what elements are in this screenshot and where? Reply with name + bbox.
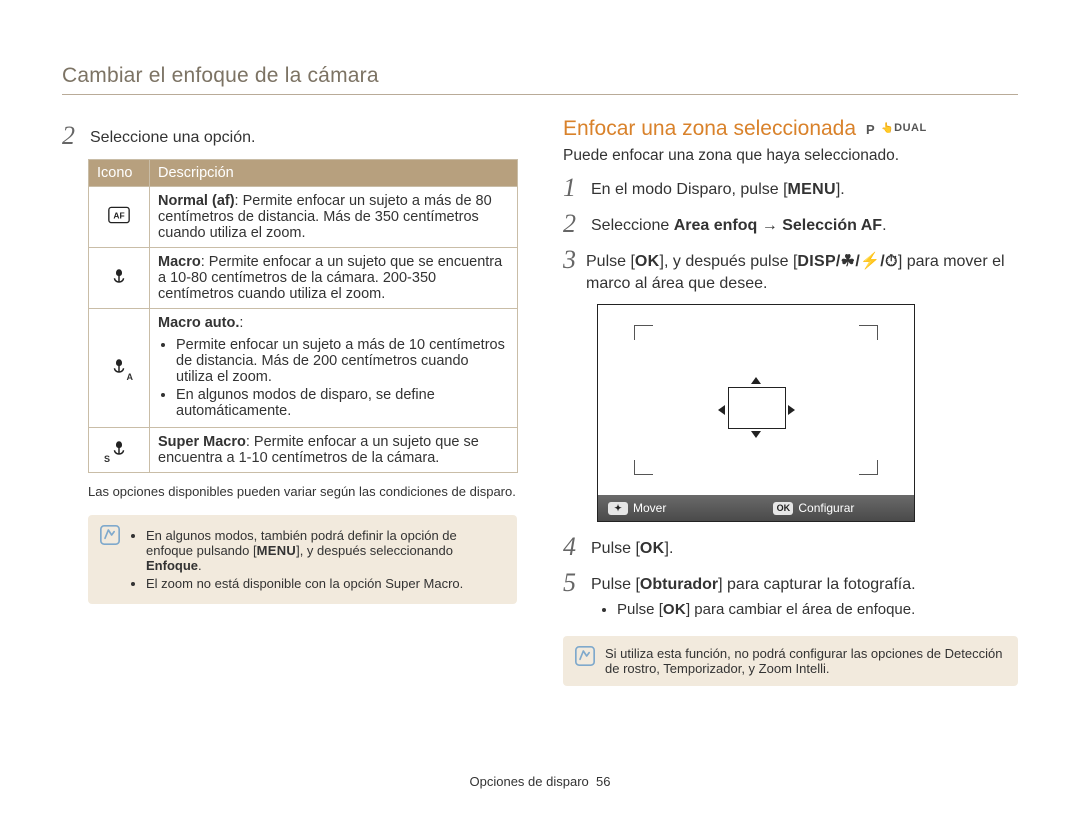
step-5: 5 Pulse [Obturador] para capturar la fot…	[563, 570, 1018, 622]
note-box-left: En algunos modos, también podrá definir …	[88, 515, 517, 604]
desc-cell: Super Macro: Permite enfocar a un sujeto…	[150, 428, 518, 473]
option-text: : Permite enfocar a un sujeto que se enc…	[158, 254, 502, 302]
ok-key-icon: OK	[773, 502, 793, 515]
note-text: Si utiliza esta función, no podrá config…	[605, 646, 1006, 676]
arrow-left-icon	[718, 405, 725, 415]
lcd-preview: ✦ Mover OK Configurar	[597, 304, 915, 522]
section-intro: Puede enfocar una zona que haya seleccio…	[563, 147, 1018, 165]
footer-section: Opciones de disparo	[470, 774, 589, 789]
menu-path-item: Area enfoq	[674, 217, 758, 234]
desc-cell: Normal (af): Permite enfocar un sujeto a…	[150, 187, 518, 248]
mode-badge-dual: 👆DUAL	[881, 122, 927, 137]
focus-box	[728, 387, 786, 429]
step-2: 2 Seleccione Area enfoq → Selección AF.	[563, 211, 1018, 237]
focus-options-table: Icono Descripción Normal (af): Permite e…	[88, 159, 518, 473]
arrow-right-icon	[788, 405, 795, 415]
step-number: 2	[62, 123, 80, 149]
table-row: Normal (af): Permite enfocar un sujeto a…	[89, 187, 518, 248]
option-suffix: :	[239, 315, 243, 331]
focus-bracket-corner	[634, 325, 653, 340]
lcd-move-label: Mover	[633, 501, 666, 515]
step-2-left: 2 Seleccione una opción.	[62, 123, 517, 149]
note-icon	[100, 525, 120, 545]
note-item: En algunos modos, también podrá definir …	[146, 528, 505, 573]
table-row: Macro: Permite enfocar a un sujeto que s…	[89, 248, 518, 309]
left-column: 2 Seleccione una opción. Icono Descripci…	[62, 117, 517, 686]
lcd-set-label: Configurar	[798, 501, 854, 515]
desc-cell: Macro auto.: Permite enfocar un sujeto a…	[150, 309, 518, 428]
section-heading: Enfocar una zona seleccionada	[563, 117, 856, 141]
note-icon	[575, 646, 595, 666]
menu-button-label: MENU	[257, 543, 296, 558]
option-bullet: En algunos modos de disparo, se define a…	[176, 387, 509, 419]
option-title: Normal (af)	[158, 193, 235, 209]
af-normal-icon	[108, 212, 130, 228]
super-macro-icon: S	[108, 439, 130, 461]
options-footnote: Las opciones disponibles pueden variar s…	[88, 483, 517, 501]
step-bullet: Pulse [OK] para cambiar el área de enfoq…	[617, 600, 916, 620]
page-title: Cambiar el enfoque de la cámara	[62, 64, 1018, 95]
step-4: 4 Pulse [OK].	[563, 534, 1018, 560]
mode-badges: P 👆DUAL	[866, 122, 927, 137]
macro-icon	[108, 273, 130, 289]
move-key-icon: ✦	[608, 502, 628, 515]
focus-bracket-corner	[859, 460, 878, 475]
menu-path-item: Selección AF	[782, 217, 882, 234]
table-row: S Super Macro: Permite enfocar a un suje…	[89, 428, 518, 473]
right-column: Enfocar una zona seleccionada P 👆DUAL Pu…	[563, 117, 1018, 686]
step-3: 3 Pulse [OK], y después pulse [DISP/☘/⚡/…	[563, 247, 1018, 294]
option-title: Macro auto.	[158, 315, 239, 331]
menu-button-label: MENU	[788, 179, 836, 201]
shutter-button-label: Obturador	[640, 576, 718, 593]
arrow-down-icon	[751, 431, 761, 438]
step-text: Seleccione una opción.	[90, 123, 255, 149]
manual-page: Cambiar el enfoque de la cámara 2 Selecc…	[0, 0, 1080, 815]
th-icon: Icono	[89, 160, 150, 187]
desc-cell: Macro: Permite enfocar a un sujeto que s…	[150, 248, 518, 309]
macro-auto-icon: A	[108, 357, 130, 379]
ok-button-label: OK	[663, 600, 686, 620]
ok-button-label: OK	[640, 538, 665, 560]
table-row: A Macro auto.: Permite enfocar un sujeto…	[89, 309, 518, 428]
page-footer: Opciones de disparo 56	[0, 774, 1080, 789]
footer-page-number: 56	[596, 774, 610, 789]
th-desc: Descripción	[150, 160, 518, 187]
option-bullet: Permite enfocar un sujeto a más de 10 ce…	[176, 337, 509, 385]
note-box-right: Si utiliza esta función, no podrá config…	[563, 636, 1018, 686]
option-title: Super Macro	[158, 434, 246, 450]
dpad-buttons-label: DISP/☘/⚡/⏱	[797, 251, 897, 273]
ok-button-label: OK	[635, 251, 660, 273]
step-1: 1 En el modo Disparo, pulse [MENU].	[563, 175, 1018, 201]
focus-bracket-corner	[859, 325, 878, 340]
mode-badge-p: P	[866, 122, 875, 137]
option-title: Macro	[158, 254, 201, 270]
note-item: El zoom no está disponible con la opción…	[146, 576, 505, 591]
focus-bracket-corner	[634, 460, 653, 475]
lcd-status-bar: ✦ Mover OK Configurar	[598, 495, 914, 521]
arrow-up-icon	[751, 377, 761, 384]
